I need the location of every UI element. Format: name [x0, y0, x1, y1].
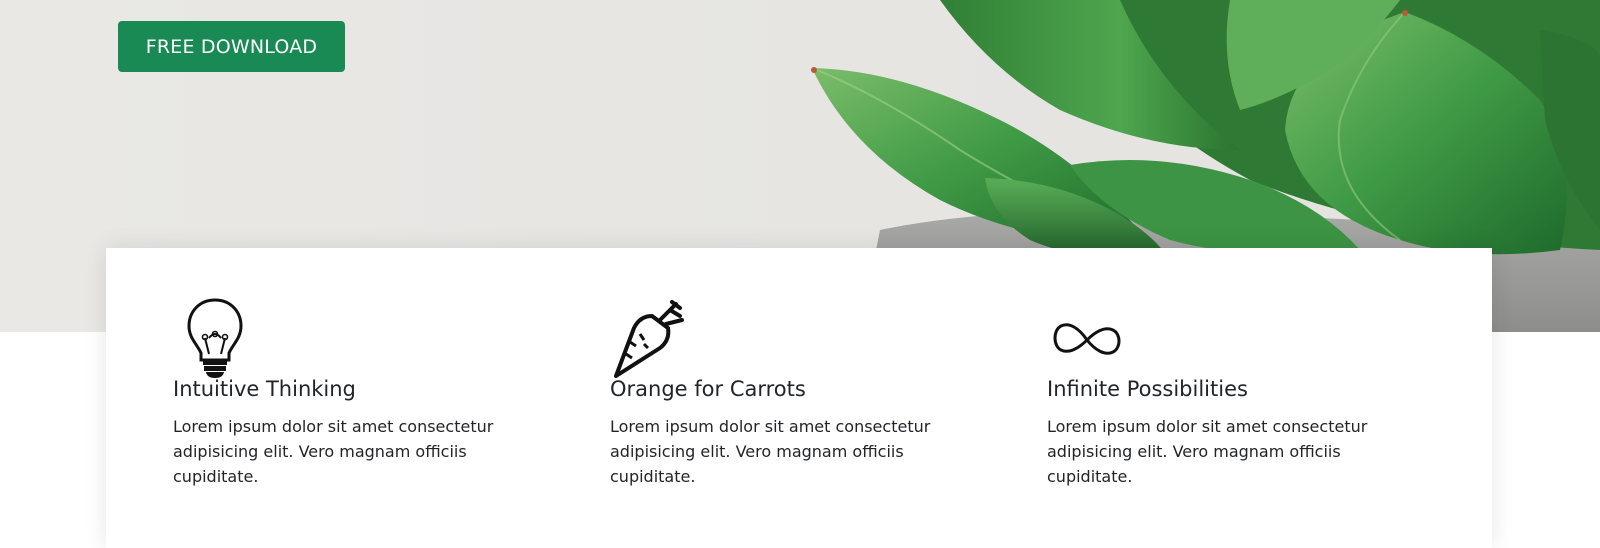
infinity-icon — [1053, 323, 1121, 355]
lightbulb-icon — [187, 298, 243, 378]
feature-title: Orange for Carrots — [610, 377, 806, 401]
feature-description: Lorem ipsum dolor sit amet consectetur a… — [173, 417, 494, 486]
feature-description: Lorem ipsum dolor sit amet consectetur a… — [610, 417, 931, 486]
free-download-button[interactable]: FREE DOWNLOAD — [118, 21, 345, 72]
feature-title: Intuitive Thinking — [173, 377, 356, 401]
feature-title: Infinite Possibilities — [1047, 377, 1248, 401]
features-card: Intuitive Thinking Lorem ipsum dolor sit… — [106, 248, 1492, 548]
feature-description: Lorem ipsum dolor sit amet consectetur a… — [1047, 417, 1368, 486]
carrot-icon — [614, 300, 684, 378]
